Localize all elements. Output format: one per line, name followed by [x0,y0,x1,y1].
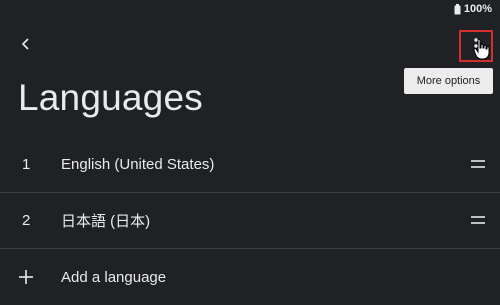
language-index: 1 [22,156,31,173]
battery-full-icon [454,3,461,14]
page-title: Languages [18,77,203,118]
language-name: English (United States) [61,156,215,173]
plus-icon [19,270,33,284]
language-row[interactable]: 1 English (United States) [0,137,500,193]
more-options-tooltip: More options [404,68,493,94]
drag-handle-icon[interactable] [471,159,485,170]
language-list: 1 English (United States) 2 日本語 (日本) Add… [0,137,500,305]
drag-handle-icon[interactable] [471,215,485,226]
back-button[interactable] [14,32,38,56]
hand-pointer-icon [473,38,490,60]
status-bar: 100% [454,0,492,18]
language-index: 2 [22,212,31,229]
languages-settings-screen: 100% More options Languages 1 English (U… [0,0,500,305]
add-language-button[interactable]: Add a language [0,249,500,305]
battery-percent: 100% [463,3,492,15]
language-row[interactable]: 2 日本語 (日本) [0,193,500,249]
chevron-left-icon [21,38,29,50]
language-name: 日本語 (日本) [61,213,151,230]
add-language-label: Add a language [61,268,167,286]
